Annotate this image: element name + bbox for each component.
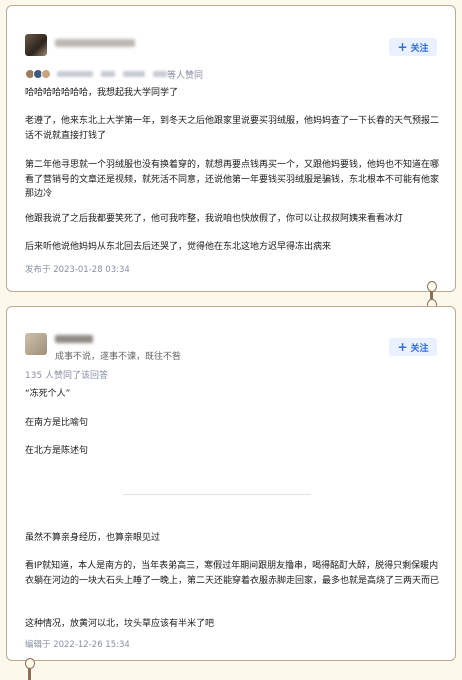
connector-stem: [28, 668, 31, 680]
follow-button[interactable]: + 关注: [389, 338, 437, 356]
connector-stem: [430, 291, 433, 299]
answer-content: 哈哈哈哈哈哈哈，我想起我大学同学了: [25, 86, 441, 101]
follow-button[interactable]: + 关注: [389, 38, 437, 56]
answer-content: 虽然不算亲身经历，也算亲眼见过: [25, 531, 441, 546]
plus-icon: +: [397, 40, 408, 54]
answer-card-1: + 关注 等人赞同 哈哈哈哈哈哈哈，我想起我大学同学了 老遵了，他来东北上大学第…: [6, 5, 456, 292]
answer-content: “冻死个人”: [25, 387, 441, 402]
paragraph: 在南方是比喻句: [25, 418, 89, 428]
author-avatar[interactable]: [25, 34, 47, 56]
answer-content: 他跟我说了之后我都要笑死了，他可我咋整，我说咱也快放假了，你可以让叔叔阿姨来看看…: [25, 212, 441, 227]
paragraph: 他跟我说了之后我都要笑死了，他可我咋整，我说咱也快放假了，你可以让叔叔阿姨来看看…: [25, 214, 404, 224]
answer-content: 这种情况，放黄河以北，坟头草应该有半米了吧: [25, 617, 441, 632]
answer-card-2: 成事不说，遂事不谏，既往不咎 + 关注 135 人赞同了该回答 “冻死个人” 在…: [6, 306, 456, 661]
paragraph: 这种情况，放黄河以北，坟头草应该有半米了吧: [25, 619, 215, 629]
voters-row[interactable]: 等人赞同: [25, 68, 204, 81]
voter-names-redacted: [123, 71, 145, 77]
answer-content: 在南方是比喻句: [25, 416, 441, 431]
plus-icon: +: [397, 340, 408, 354]
edit-date[interactable]: 编辑于 2022-12-26 15:34: [25, 638, 130, 650]
answer-content: 第二年他寻思就一个羽绒服也没有换着穿的，就想再要点钱再买一个，又跟他妈要钱，他妈…: [25, 158, 441, 202]
paragraph: 在北方是陈述句: [25, 446, 89, 456]
paragraph: 看IP就知道，本人是南方的，当年表弟高三，寒假过年期间跟朋友撸串，喝得酩酊大醉，…: [25, 561, 440, 586]
author-bio: 成事不说，遂事不谏，既往不咎: [55, 352, 182, 362]
author-name-redacted[interactable]: [55, 335, 93, 343]
answer-content: 看IP就知道，本人是南方的，当年表弟高三，寒假过年期间跟朋友撸串，喝得酩酊大醉，…: [25, 559, 441, 588]
author-name-redacted[interactable]: [55, 39, 135, 47]
paragraph: 后来听他说他妈妈从东北回去后还哭了，觉得他在东北这地方迟早得冻出病来: [25, 242, 332, 252]
voter-avatar: [41, 69, 51, 79]
follow-label: 关注: [410, 343, 429, 354]
voters-suffix: 等人赞同: [167, 70, 204, 81]
paragraph: 第二年他寻思就一个羽绒服也没有换着穿的，就想再要点钱再买一个，又跟他妈要钱，他妈…: [25, 160, 440, 199]
paragraph: 哈哈哈哈哈哈哈，我想起我大学同学了: [25, 88, 179, 98]
author-avatar[interactable]: [25, 333, 47, 355]
publish-date[interactable]: 发布于 2023-01-28 03:34: [25, 263, 130, 275]
voter-names-redacted: [57, 71, 93, 77]
paragraph: 老遵了，他来东北上大学第一年，到冬天之后他跟家里说要买羽绒服，他妈妈查了一下长春…: [25, 116, 440, 141]
follow-label: 关注: [410, 43, 429, 54]
answer-content: 在北方是陈述句: [25, 444, 441, 459]
answer-content: 老遵了，他来东北上大学第一年，到冬天之后他跟家里说要买羽绒服，他妈妈查了一下长春…: [25, 114, 441, 143]
paragraph: 虽然不算亲身经历，也算亲眼见过: [25, 533, 161, 543]
paragraph: “冻死个人”: [25, 389, 71, 399]
upvote-count[interactable]: 135 人赞同了该回答: [25, 368, 108, 381]
answer-content: 后来听他说他妈妈从东北回去后还哭了，觉得他在东北这地方迟早得冻出病来: [25, 240, 441, 255]
voter-names-redacted: [101, 71, 115, 77]
voter-names-redacted: [153, 71, 167, 77]
content-divider: [123, 494, 311, 495]
